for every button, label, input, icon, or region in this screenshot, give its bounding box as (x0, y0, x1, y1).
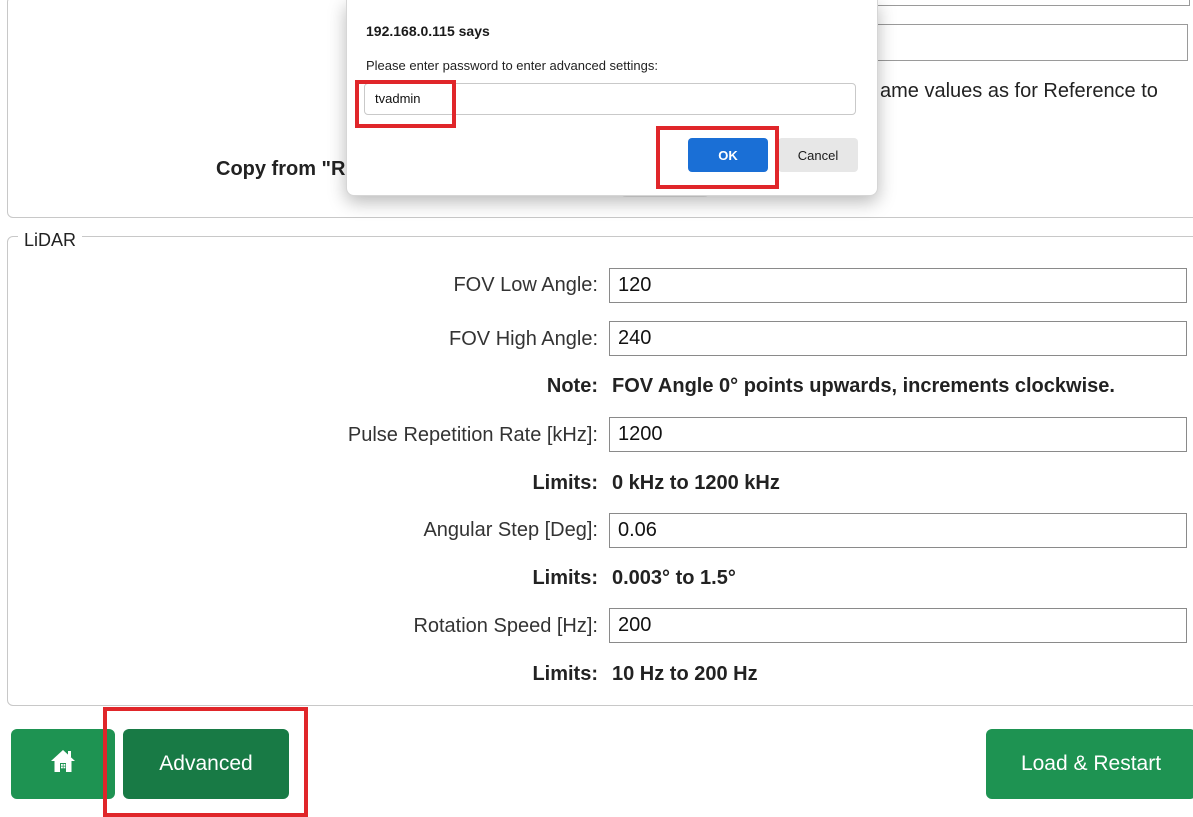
angular-step-input[interactable]: 0.06 (609, 513, 1187, 548)
pulse-limits-label: Limits: (532, 472, 598, 494)
upper-input-field[interactable] (860, 0, 1190, 6)
copy-from-label: Copy from "Re (216, 158, 357, 180)
fov-high-label: FOV High Angle: (449, 328, 598, 350)
rotation-speed-label: Rotation Speed [Hz]: (413, 615, 598, 637)
rotation-speed-input[interactable]: 200 (609, 608, 1187, 643)
fov-low-label: FOV Low Angle: (453, 274, 598, 296)
home-button[interactable] (11, 729, 115, 799)
rotation-limits-label: Limits: (532, 663, 598, 685)
reference-copy-text: ame values as for Reference to (880, 80, 1158, 102)
dialog-title: 192.168.0.115 says (366, 23, 490, 39)
password-input[interactable]: tvadmin (364, 83, 856, 115)
rotation-limits-text: 10 Hz to 200 Hz (612, 663, 758, 685)
angular-limits-label: Limits: (532, 567, 598, 589)
advanced-button[interactable]: Advanced (123, 729, 289, 799)
angular-step-label: Angular Step [Deg]: (423, 519, 598, 541)
upper-input-field-2[interactable] (860, 24, 1188, 61)
pulse-rate-label: Pulse Repetition Rate [kHz]: (347, 424, 598, 446)
home-icon (50, 748, 76, 780)
angular-limits-text: 0.003° to 1.5° (612, 567, 736, 589)
pulse-rate-input[interactable]: 1200 (609, 417, 1187, 452)
password-dialog: 192.168.0.115 says Please enter password… (346, 0, 878, 196)
fov-high-input[interactable]: 240 (609, 321, 1187, 356)
note-text: FOV Angle 0° points upwards, increments … (612, 375, 1115, 397)
load-restart-button[interactable]: Load & Restart (986, 729, 1193, 799)
ok-button[interactable]: OK (688, 138, 768, 172)
dialog-message: Please enter password to enter advanced … (366, 58, 658, 73)
lidar-legend: LiDAR (18, 230, 83, 251)
note-label: Note: (546, 375, 598, 397)
fov-low-input[interactable]: 120 (609, 268, 1187, 303)
pulse-limits-text: 0 kHz to 1200 kHz (612, 472, 780, 494)
cancel-button[interactable]: Cancel (778, 138, 858, 172)
